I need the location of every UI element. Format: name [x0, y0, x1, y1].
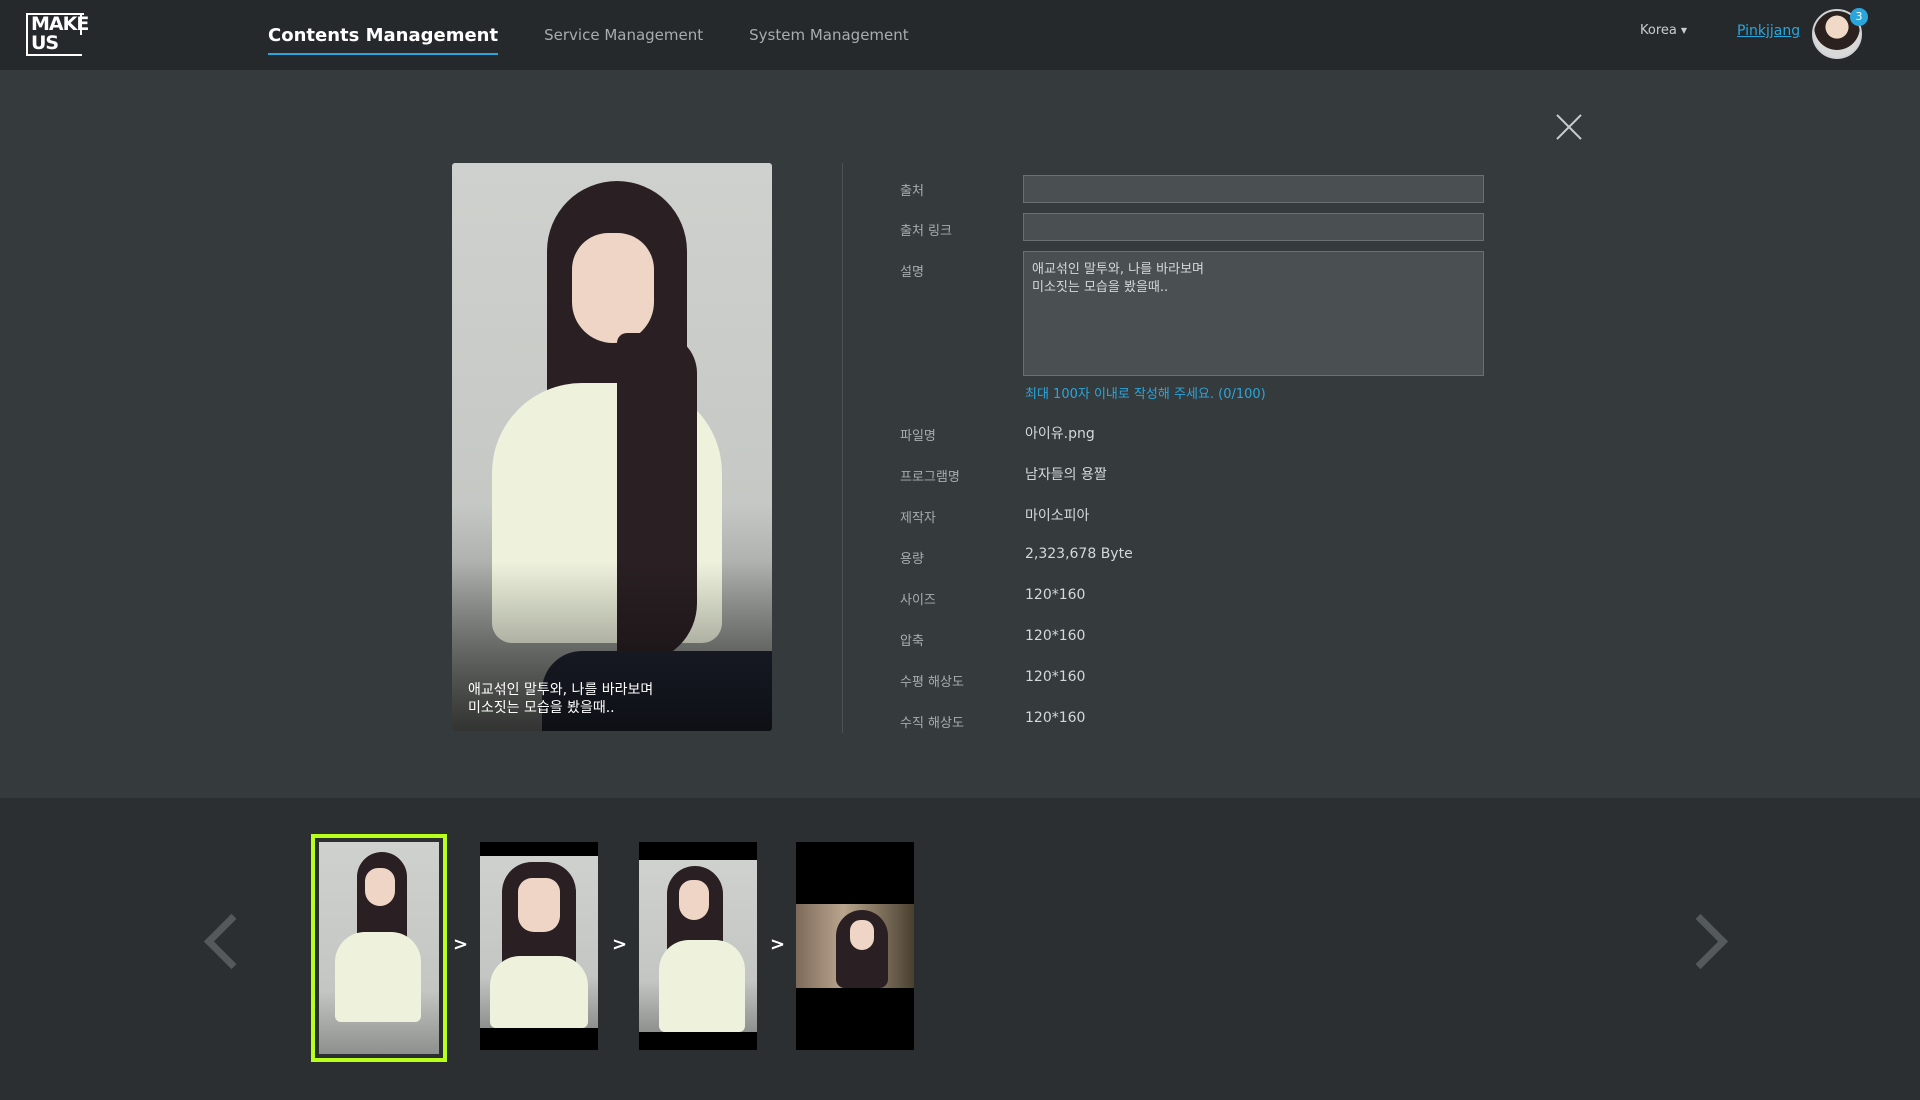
detail-value: 120*160: [1025, 710, 1086, 726]
detail-value: 아이유.png: [1025, 426, 1095, 442]
thumbnail-item[interactable]: [639, 842, 757, 1050]
thumbnail-image: [796, 904, 914, 988]
thumbnail-separator: >: [770, 934, 786, 955]
thumbnail-face: [850, 920, 874, 950]
description-textarea[interactable]: 애교섞인 말투와, 나를 바라보며 미소짓는 모습을 봤을때..: [1023, 251, 1484, 376]
detail-value: 120*160: [1025, 628, 1086, 644]
main-nav: Contents Management Service Management S…: [268, 0, 955, 70]
logo-text-line2: US: [31, 32, 59, 54]
thumbnail-item[interactable]: [480, 842, 598, 1050]
detail-value: 120*160: [1025, 587, 1086, 603]
detail-label: 수직 해상도: [900, 716, 964, 731]
detail-value: 남자들의 용짤: [1025, 467, 1107, 483]
username-link[interactable]: Pinkjjang: [1737, 23, 1800, 39]
content-preview-image: 애교섞인 말투와, 나를 바라보며 미소짓는 모습을 봤을때..: [452, 163, 772, 731]
source-link-input[interactable]: [1023, 213, 1484, 241]
thumbnail-shirt: [490, 956, 588, 1028]
detail-label: 제작자: [900, 511, 936, 526]
thumbnail-separator: >: [453, 934, 469, 955]
top-bar: MAKE US Contents Management Service Mana…: [0, 0, 1920, 70]
region-label: Korea: [1640, 23, 1677, 38]
detail-label: 프로그램명: [900, 470, 960, 485]
makeus-logo[interactable]: MAKE US: [26, 13, 89, 56]
detail-value: 마이소피아: [1025, 508, 1090, 524]
thumbnail-item-selected[interactable]: [311, 834, 447, 1062]
tab-service-management[interactable]: Service Management: [544, 0, 703, 70]
detail-label: 파일명: [900, 429, 936, 444]
caret-down-icon: ▼: [1680, 26, 1688, 35]
thumbnail-separator: >: [612, 934, 628, 955]
detail-label: 수평 해상도: [900, 675, 964, 690]
thumbnail-image: [639, 860, 757, 1032]
chevron-left-icon[interactable]: [200, 910, 240, 970]
detail-label: 용량: [900, 552, 924, 567]
thumbnail-face: [679, 880, 709, 920]
notification-badge[interactable]: 3: [1850, 8, 1868, 26]
description-hint: 최대 100자 이내로 작성해 주세요. (0/100): [1025, 387, 1266, 402]
logo-text-line1: MAKE: [31, 13, 89, 35]
thumbnail-image: [319, 842, 439, 1054]
thumbnail-item[interactable]: [796, 842, 914, 1050]
detail-value: 120*160: [1025, 669, 1086, 685]
tab-system-management[interactable]: System Management: [749, 0, 909, 70]
thumbnail-shirt: [335, 932, 421, 1022]
thumbnail-face: [518, 878, 560, 932]
vertical-divider: [842, 163, 843, 733]
detail-label: 사이즈: [900, 593, 936, 608]
close-icon[interactable]: [1555, 113, 1583, 141]
source-input[interactable]: [1023, 175, 1484, 203]
chevron-right-icon[interactable]: [1685, 910, 1725, 970]
source-link-label: 출처 링크: [900, 224, 952, 239]
description-label: 설명: [900, 265, 924, 280]
thumbnail-image: [480, 856, 598, 1028]
source-label: 출처: [900, 184, 924, 199]
preview-photo-face: [572, 233, 654, 343]
preview-caption: 애교섞인 말투와, 나를 바라보며 미소짓는 모습을 봤을때..: [468, 682, 654, 716]
thumbnail-face: [365, 868, 395, 906]
thumbnail-strip: [0, 798, 1920, 1100]
tab-contents-management[interactable]: Contents Management: [268, 0, 499, 70]
region-selector[interactable]: Korea ▼: [1640, 23, 1687, 38]
detail-label: 압축: [900, 634, 924, 649]
detail-value: 2,323,678 Byte: [1025, 546, 1133, 562]
thumbnail-shirt: [659, 940, 745, 1032]
